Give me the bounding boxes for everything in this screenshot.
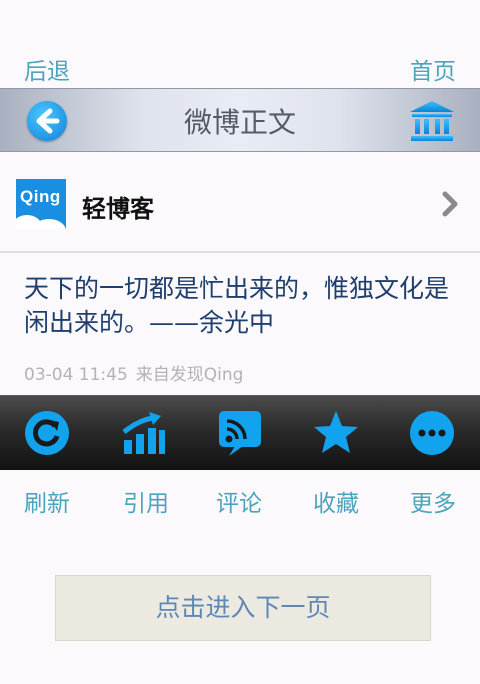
- quote-button[interactable]: [119, 408, 169, 458]
- comment-label[interactable]: 评论: [216, 484, 262, 518]
- quote-label[interactable]: 引用: [123, 484, 169, 518]
- home-link[interactable]: 首页: [410, 52, 456, 86]
- more-button[interactable]: [407, 408, 457, 458]
- chevron-right-icon: [442, 191, 458, 217]
- logo-text: Qing: [20, 187, 61, 206]
- more-label[interactable]: 更多: [410, 484, 456, 518]
- title-bar: 微博正文: [0, 88, 480, 152]
- refresh-button[interactable]: [22, 408, 72, 458]
- favorite-button[interactable]: [311, 408, 361, 458]
- top-nav: 后退 首页: [0, 0, 480, 88]
- refresh-label[interactable]: 刷新: [24, 484, 70, 518]
- toolbar-labels: 刷新 引用 评论 收藏 更多: [0, 484, 480, 517]
- post-meta: 03-04 11:45 来自发现Qing: [24, 360, 243, 385]
- comment-icon: [219, 411, 261, 456]
- more-icon: [410, 411, 454, 455]
- post-text: 天下的一切都是忙出来的，惟独文化是闲出来的。——余光中: [24, 274, 450, 337]
- back-link[interactable]: 后退: [24, 52, 70, 86]
- blog-row[interactable]: Qing 轻博客: [0, 151, 480, 253]
- bank-icon: [410, 101, 454, 141]
- refresh-icon: [25, 411, 69, 455]
- quote-chart-icon: [122, 412, 165, 454]
- blog-name: 轻博客: [82, 195, 154, 223]
- favorite-label[interactable]: 收藏: [313, 484, 359, 518]
- home-button[interactable]: [407, 99, 457, 143]
- comment-button[interactable]: [215, 408, 265, 458]
- next-page-button[interactable]: 点击进入下一页: [55, 575, 431, 641]
- qing-logo: Qing: [16, 179, 66, 229]
- post-source[interactable]: 来自发现Qing: [136, 365, 244, 385]
- star-icon: [314, 411, 358, 453]
- post-time: 03-04 11:45: [24, 365, 128, 385]
- action-toolbar: [0, 395, 480, 470]
